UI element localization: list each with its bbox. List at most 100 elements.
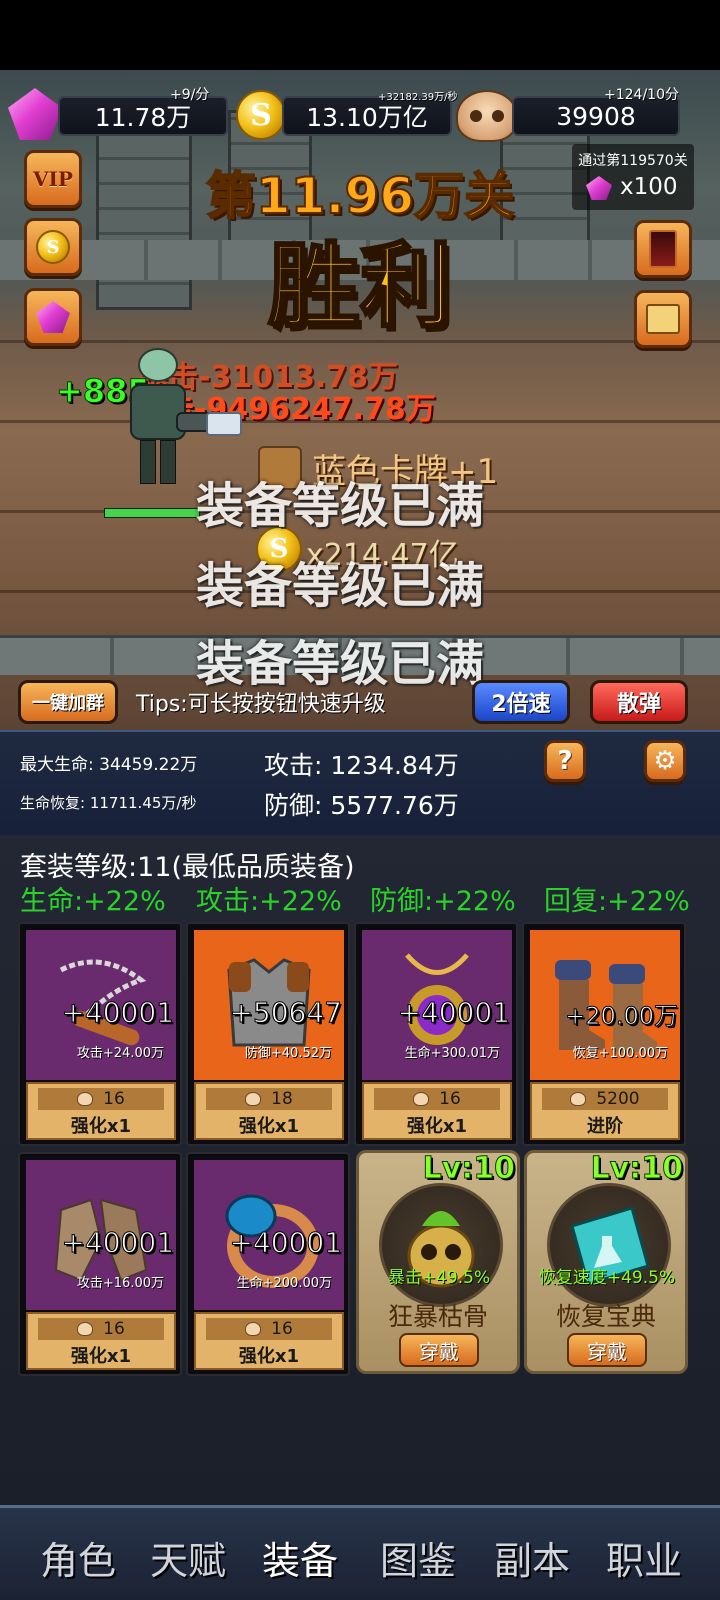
hero-health-fill bbox=[105, 509, 199, 517]
gem-shop-button[interactable] bbox=[24, 288, 82, 346]
accessory-card-book[interactable]: Lv:10 恢复速度+49.5% 恢复宝典 穿戴 bbox=[524, 1150, 688, 1374]
set-bonus-def: 防御:+22% bbox=[370, 886, 516, 917]
equip-slot-amulet[interactable]: +40001 生命+300.01万 16 强化x1 bbox=[354, 922, 518, 1146]
gold-rate: +32182.39万/秒 bbox=[378, 92, 458, 103]
card-deck-button[interactable] bbox=[634, 220, 692, 278]
equip-slot-boots[interactable]: +20.00万 恢复+100.00万 5200 进阶 bbox=[522, 922, 686, 1146]
equip-footer[interactable]: 5200 进阶 bbox=[530, 1082, 680, 1140]
help-button[interactable]: ? bbox=[544, 740, 586, 782]
gold-value: 13.10万亿 bbox=[306, 103, 428, 132]
stats-panel: 最大生命: 34459.22万 生命恢复: 11711.45万/秒 攻击: 12… bbox=[0, 730, 720, 835]
regen-label: 生命恢复: bbox=[20, 794, 86, 812]
equip-stat: 防御+40.52万 bbox=[244, 1046, 332, 1061]
nav-tab-class[interactable]: 职业 bbox=[606, 1530, 682, 1585]
tips-text: Tips:可长按按钮快速升级 bbox=[136, 692, 386, 717]
equip-footer[interactable]: 16 强化x1 bbox=[194, 1312, 344, 1370]
scatter-label: 散弹 bbox=[616, 692, 661, 717]
vip-button[interactable]: VIP bbox=[24, 150, 82, 208]
regen-stat: 生命恢复: 11711.45万/秒 bbox=[20, 792, 196, 813]
cost-value: 16 bbox=[439, 1089, 461, 1109]
set-bonus-hp: 生命:+22% bbox=[20, 886, 166, 917]
skull-icon bbox=[413, 1092, 430, 1106]
equip-stat: 攻击+16.00万 bbox=[76, 1276, 164, 1291]
stage-reward-label: 通过第119570关 bbox=[578, 153, 688, 169]
nav-tab-codex[interactable]: 图鉴 bbox=[380, 1530, 456, 1585]
accessory-art bbox=[547, 1183, 671, 1307]
speed-label: 2倍速 bbox=[491, 692, 551, 717]
wear-button[interactable]: 穿戴 bbox=[567, 1333, 647, 1367]
collection-button[interactable] bbox=[634, 290, 692, 348]
wear-label: 穿戴 bbox=[419, 1339, 459, 1364]
join-group-button[interactable]: 一键加群 bbox=[18, 680, 118, 724]
settings-button[interactable]: ⚙ bbox=[644, 740, 686, 782]
equip-slot-armor[interactable]: +50647 防御+40.52万 18 强化x1 bbox=[186, 922, 350, 1146]
regen-value: 11711.45万/秒 bbox=[89, 794, 197, 812]
upgrade-cost: 16 bbox=[374, 1088, 500, 1110]
accessory-stat: 恢复速度+49.5% bbox=[538, 1268, 676, 1288]
card-icon bbox=[649, 230, 677, 268]
cost-value: 5200 bbox=[596, 1089, 640, 1109]
stage-reward-panel: 通过第119570关 x100 bbox=[572, 144, 694, 210]
max-hp-value: 34459.22万 bbox=[99, 755, 198, 775]
equip-slot-ring[interactable]: +40001 生命+200.00万 16 强化x1 bbox=[186, 1152, 350, 1376]
accessory-card-skull[interactable]: Lv:10 暴击+49.5% 狂暴枯骨 穿戴 bbox=[356, 1150, 520, 1374]
equip-bonus: +40001 bbox=[61, 1226, 175, 1260]
upgrade-button[interactable]: 强化x1 bbox=[239, 1342, 299, 1368]
upgrade-cost: 16 bbox=[38, 1318, 164, 1340]
attack-value: 1234.84万 bbox=[330, 751, 459, 780]
speed-2x-button[interactable]: 2倍速 bbox=[472, 680, 570, 724]
defense-label: 防御: bbox=[264, 791, 323, 820]
defense-value: 5577.76万 bbox=[330, 791, 459, 820]
accessory-level: Lv:10 bbox=[422, 1151, 515, 1187]
accessory-stat: 暴击+49.5% bbox=[387, 1268, 491, 1288]
nav-tab-equipment[interactable]: 装备 bbox=[262, 1530, 338, 1585]
nav-tab-dungeon[interactable]: 副本 bbox=[494, 1530, 570, 1585]
attack-stat: 攻击: 1234.84万 bbox=[264, 746, 459, 782]
upgrade-button[interactable]: 强化x1 bbox=[71, 1112, 131, 1138]
max-hp-label: 最大生命: bbox=[20, 755, 94, 775]
upgrade-button[interactable]: 强化x1 bbox=[407, 1112, 467, 1138]
skull-value: 39908 bbox=[556, 101, 636, 131]
victory-text: 胜利 bbox=[266, 232, 453, 342]
skull-icon bbox=[456, 90, 518, 142]
equip-slot-gloves[interactable]: +40001 攻击+16.00万 16 强化x1 bbox=[18, 1152, 182, 1376]
equip-footer[interactable]: 16 强化x1 bbox=[26, 1312, 176, 1370]
nav-tab-character[interactable]: 角色 bbox=[40, 1530, 116, 1585]
upgrade-cost: 16 bbox=[38, 1088, 164, 1110]
wear-button[interactable]: 穿戴 bbox=[399, 1333, 479, 1367]
scatter-shot-button[interactable]: 散弹 bbox=[590, 680, 688, 724]
skull-icon bbox=[245, 1322, 262, 1336]
accessory-art bbox=[379, 1183, 503, 1307]
cost-value: 18 bbox=[271, 1089, 293, 1109]
equip-stat: 生命+300.01万 bbox=[404, 1046, 500, 1061]
equip-bonus: +40001 bbox=[229, 1226, 343, 1260]
advance-button[interactable]: 进阶 bbox=[587, 1112, 623, 1138]
equip-footer[interactable]: 16 强化x1 bbox=[26, 1082, 176, 1140]
set-bonus-regen: 回复:+22% bbox=[544, 886, 690, 917]
skull-icon bbox=[77, 1092, 94, 1106]
equip-bonus: +20.00万 bbox=[565, 1002, 679, 1031]
help-icon: ? bbox=[557, 746, 573, 776]
equip-stat: 攻击+24.00万 bbox=[76, 1046, 164, 1061]
max-hp-stat: 最大生命: 34459.22万 bbox=[20, 750, 197, 775]
upgrade-button[interactable]: 强化x1 bbox=[71, 1342, 131, 1368]
cost-value: 16 bbox=[103, 1319, 125, 1339]
gem-rate: +9/分 bbox=[170, 87, 210, 103]
gear-icon: ⚙ bbox=[653, 746, 677, 776]
skull-icon bbox=[245, 1092, 262, 1106]
nav-tab-talent[interactable]: 天赋 bbox=[150, 1530, 226, 1585]
upgrade-button[interactable]: 强化x1 bbox=[239, 1112, 299, 1138]
equip-stat: 恢复+100.00万 bbox=[572, 1046, 668, 1061]
stage-reward-amount: x100 bbox=[620, 174, 678, 200]
equip-footer[interactable]: 16 强化x1 bbox=[362, 1082, 512, 1140]
cost-value: 16 bbox=[271, 1319, 293, 1339]
gold-shop-button[interactable]: S bbox=[24, 218, 82, 276]
upgrade-cost: 16 bbox=[206, 1318, 332, 1340]
attack-label: 攻击: bbox=[264, 751, 323, 780]
equip-footer[interactable]: 18 强化x1 bbox=[194, 1082, 344, 1140]
equip-slot-weapon[interactable]: +40001 攻击+24.00万 16 强化x1 bbox=[18, 922, 182, 1146]
equip-bonus: +40001 bbox=[61, 996, 175, 1030]
skull-icon bbox=[77, 1322, 94, 1336]
gem-icon bbox=[586, 176, 612, 200]
bottom-nav: 角色 天赋 装备 图鉴 副本 职业 bbox=[0, 1505, 720, 1600]
